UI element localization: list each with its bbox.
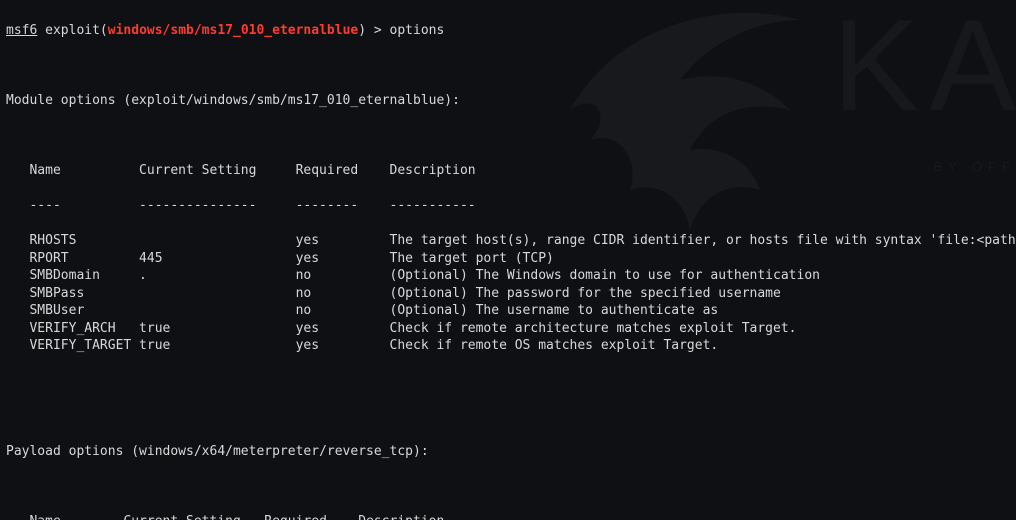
module-option-row: RHOSTS yes The target host(s), range CID… <box>6 232 1010 250</box>
prompt-module: windows/smb/ms17_010_eternalblue <box>108 23 358 38</box>
blank-line <box>6 127 1010 145</box>
col-name-header: Name <box>29 513 107 520</box>
col-name-header: Name <box>29 162 123 180</box>
module-option-row: RPORT 445 yes The target port (TCP) <box>6 250 1010 268</box>
col-desc-header: Description <box>390 162 476 180</box>
module-header-underline: ---- --------------- -------- ----------… <box>6 197 1010 215</box>
payload-options-header: Payload options (windows/x64/meterpreter… <box>6 443 1010 461</box>
module-option-row: SMBUser no (Optional) The username to au… <box>6 302 1010 320</box>
col-current-header: Current Setting <box>123 513 248 520</box>
terminal-output[interactable]: msf6 exploit(windows/smb/ms17_010_eterna… <box>0 0 1016 520</box>
col-required-header: Required <box>296 162 374 180</box>
module-option-row: SMBPass no (Optional) The password for t… <box>6 285 1010 303</box>
col-current-header: Current Setting <box>139 162 280 180</box>
payload-header-row: Name Current Setting Required Descriptio… <box>6 513 1010 520</box>
prompt-ctx-right: ) > <box>358 23 389 38</box>
module-option-row: VERIFY_ARCH true yes Check if remote arc… <box>6 320 1010 338</box>
blank-line <box>6 408 1010 426</box>
blank-line <box>6 57 1010 75</box>
col-required-header: Required <box>264 513 342 520</box>
module-options-header: Module options (exploit/windows/smb/ms17… <box>6 92 1010 110</box>
prompt-prefix: msf6 <box>6 23 37 38</box>
entered-command: options <box>390 23 445 38</box>
prompt-line-1: msf6 exploit(windows/smb/ms17_010_eterna… <box>6 22 1010 40</box>
module-option-row: SMBDomain . no (Optional) The Windows do… <box>6 267 1010 285</box>
blank-line <box>6 478 1010 496</box>
col-desc-header: Description <box>358 513 444 520</box>
module-header-row: Name Current Setting Required Descriptio… <box>6 162 1010 180</box>
blank-line <box>6 372 1010 390</box>
prompt-ctx-left: exploit( <box>37 23 107 38</box>
module-option-row: VERIFY_TARGET true yes Check if remote O… <box>6 337 1010 355</box>
